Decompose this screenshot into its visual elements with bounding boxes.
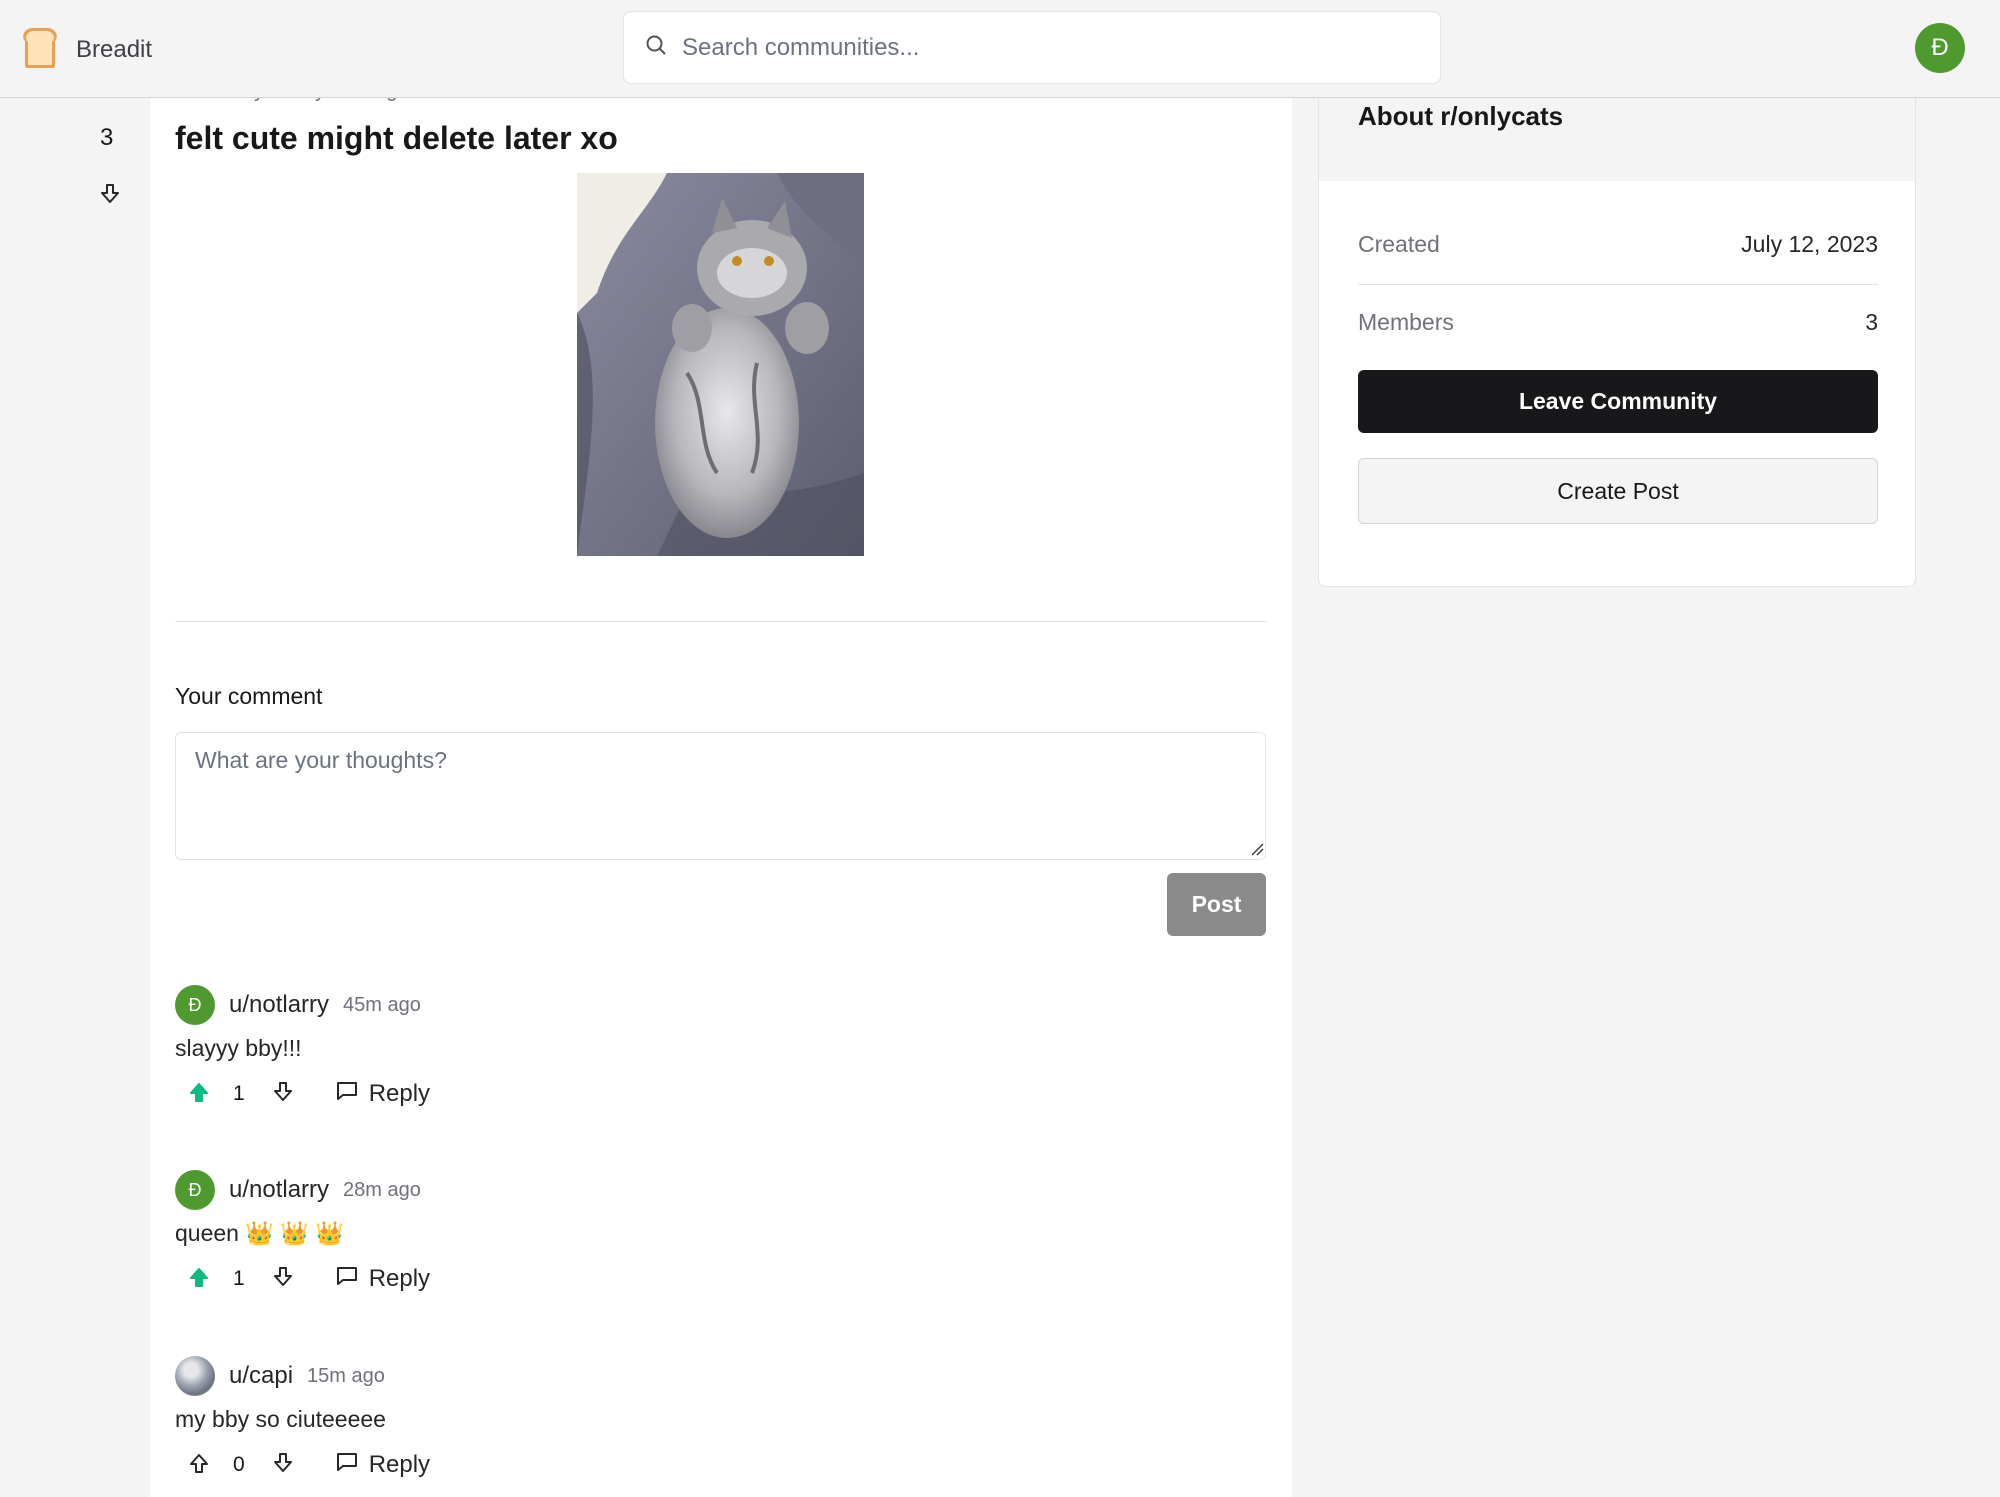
members-value: 3 <box>1865 309 1878 335</box>
comment-username[interactable]: u/notlarry <box>229 991 329 1019</box>
comment-label: Your comment <box>175 683 323 709</box>
reply-button[interactable]: Reply <box>335 1450 430 1481</box>
post-score: 3 <box>100 124 114 151</box>
comment-text: queen 👑 👑 👑 <box>175 1220 345 1246</box>
community-sidebar: About r/onlycats Created July 12, 2023 M… <box>1318 60 1916 587</box>
comment-text: slayyy bby!!! <box>175 1035 302 1061</box>
downvote-arrow-icon[interactable] <box>271 1450 295 1481</box>
created-label: Created <box>1358 231 1440 257</box>
members-label: Members <box>1358 309 1454 335</box>
search-icon <box>644 33 668 62</box>
commenter-avatar[interactable]: Đ <box>175 1170 215 1210</box>
members-row: Members 3 <box>1358 309 1878 336</box>
upvote-arrow-icon[interactable] <box>187 1079 211 1110</box>
comment-vote-count: 1 <box>233 1082 245 1105</box>
post-comment-button[interactable]: Post <box>1167 873 1266 936</box>
search-input[interactable] <box>682 33 1402 62</box>
reply-label: Reply <box>368 1451 431 1478</box>
brand-name: Breadit <box>76 35 153 63</box>
bread-logo-icon <box>20 25 60 74</box>
message-square-icon <box>335 1264 359 1295</box>
leave-community-button[interactable]: Leave Community <box>1358 370 1878 433</box>
message-square-icon <box>335 1450 359 1481</box>
reply-label: Reply <box>368 1080 431 1107</box>
comment-vote-count: 0 <box>233 1453 245 1476</box>
comment-textarea[interactable] <box>175 732 1266 860</box>
comment-timestamp: 28m ago <box>343 1178 421 1201</box>
commenter-avatar[interactable]: Đ <box>175 985 215 1025</box>
comment-timestamp: 45m ago <box>343 993 421 1016</box>
message-square-icon <box>335 1079 359 1110</box>
comment-username[interactable]: u/notlarry <box>229 1176 329 1204</box>
search-bar[interactable] <box>623 11 1441 84</box>
downvote-arrow-icon[interactable] <box>98 182 122 211</box>
resize-handle-icon[interactable] <box>1250 842 1264 861</box>
upvote-arrow-icon[interactable] <box>187 1264 211 1295</box>
create-post-button[interactable]: Create Post <box>1358 458 1878 524</box>
created-value: July 12, 2023 <box>1741 231 1878 257</box>
comment-text: my bby so ciuteeeee <box>175 1406 386 1432</box>
post-title: felt cute might delete later xo <box>175 120 618 156</box>
downvote-arrow-icon[interactable] <box>271 1264 295 1295</box>
brand-link[interactable]: Breadit <box>20 25 152 74</box>
commenter-avatar[interactable] <box>175 1356 215 1396</box>
section-divider <box>175 621 1267 622</box>
navbar: Breadit Đ <box>0 0 2000 98</box>
downvote-arrow-icon[interactable] <box>271 1079 295 1110</box>
user-avatar[interactable]: Đ <box>1915 23 1965 73</box>
reply-button[interactable]: Reply <box>335 1079 430 1110</box>
comment-timestamp: 15m ago <box>307 1364 385 1387</box>
post-image[interactable] <box>577 173 864 556</box>
reply-button[interactable]: Reply <box>335 1264 430 1295</box>
comment-username[interactable]: u/capi <box>229 1362 293 1390</box>
reply-label: Reply <box>368 1265 431 1292</box>
sidebar-title: About r/onlycats <box>1358 101 1564 131</box>
comment-vote-count: 1 <box>233 1267 245 1290</box>
created-row: Created July 12, 2023 <box>1358 231 1878 258</box>
sidebar-divider <box>1358 284 1878 285</box>
upvote-arrow-icon[interactable] <box>187 1450 211 1481</box>
